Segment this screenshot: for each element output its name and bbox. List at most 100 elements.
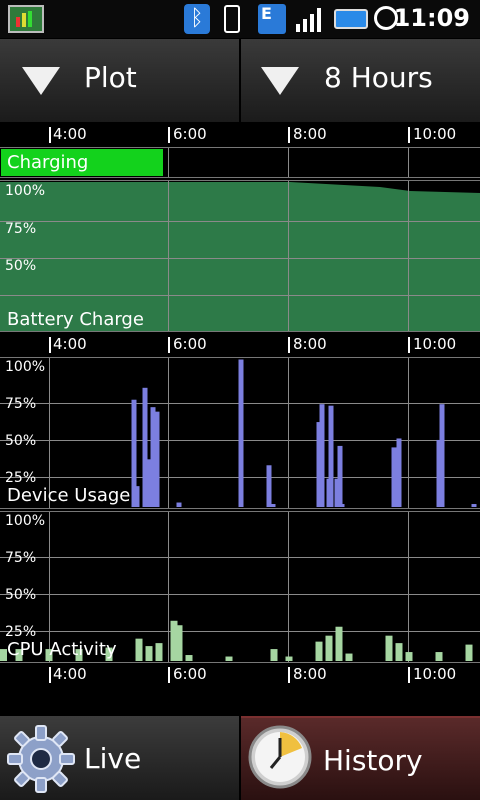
usage-bar — [134, 486, 140, 507]
cpu-activity-title: CPU Activity — [7, 639, 117, 660]
gridline — [168, 181, 169, 331]
gridline — [288, 148, 289, 177]
axis-tick — [168, 667, 170, 683]
gridline — [288, 181, 289, 331]
time-axis-middle: 4:00 6:00 8:00 10:00 — [0, 333, 480, 357]
gear-icon — [7, 725, 75, 793]
clock-icon — [248, 725, 312, 789]
device-usage-panel: 100% 75% 50% 25% Device Usage — [0, 357, 480, 509]
time-axis-top: 4:00 6:00 8:00 10:00 — [0, 123, 480, 147]
gridline — [408, 148, 409, 177]
cpu-bar — [270, 649, 278, 661]
axis-tick — [408, 667, 410, 683]
cpu-bar — [145, 646, 153, 661]
axis-label: 8:00 — [293, 665, 327, 683]
usage-bar — [319, 404, 325, 507]
axis-tick — [49, 667, 51, 683]
status-time: 11:09 — [393, 4, 470, 32]
usage-bar — [328, 405, 334, 507]
cpu-bar — [405, 652, 413, 661]
cpu-bar — [0, 649, 7, 661]
live-label: Live — [84, 742, 142, 775]
axis-tick — [288, 337, 290, 353]
cpu-bar — [155, 643, 163, 661]
cpu-bar — [335, 626, 343, 661]
y-tick-label: 100% — [5, 513, 46, 529]
axis-label: 10:00 — [413, 665, 457, 683]
axis-tick — [168, 337, 170, 353]
axis-tick — [49, 337, 51, 353]
y-tick-label: 100% — [5, 183, 46, 199]
cpu-bar — [285, 656, 293, 661]
axis-label: 4:00 — [53, 665, 87, 683]
toolbar: Plot 8 Hours — [0, 39, 480, 122]
axis-tick — [288, 127, 290, 143]
axis-label: 6:00 — [173, 125, 207, 143]
time-range-label: 8 Hours — [324, 61, 433, 94]
y-tick-label: 25% — [5, 470, 37, 486]
usage-bar — [339, 504, 345, 507]
cpu-bar — [345, 653, 353, 661]
cpu-activity-panel: 100% 75% 50% 25% CPU Activity — [0, 511, 480, 663]
y-tick-label: 75% — [5, 396, 37, 412]
cpu-bar — [465, 644, 473, 661]
battery-app-icon — [8, 5, 44, 33]
gridline — [168, 148, 169, 177]
cpu-bar — [185, 655, 193, 661]
usage-bar — [266, 465, 272, 507]
cpu-bar — [135, 638, 143, 661]
y-tick-label: 100% — [5, 359, 46, 375]
cpu-bar — [435, 652, 443, 661]
y-tick-label: 50% — [5, 433, 37, 449]
charging-panel: Charging — [0, 147, 480, 178]
axis-label: 10:00 — [413, 335, 457, 353]
dropdown-arrow-icon — [22, 67, 60, 95]
plot-dropdown-button[interactable]: Plot — [0, 39, 239, 122]
dropdown-arrow-icon — [261, 67, 299, 95]
time-range-dropdown-button[interactable]: 8 Hours — [241, 39, 480, 122]
charging-title: Charging — [7, 152, 89, 173]
device-usage-title: Device Usage — [7, 485, 131, 506]
history-button[interactable]: History — [241, 716, 480, 800]
axis-label: 6:00 — [173, 335, 207, 353]
axis-tick — [408, 337, 410, 353]
axis-label: 8:00 — [293, 335, 327, 353]
y-tick-label: 75% — [5, 550, 37, 566]
bottom-nav: Live History — [0, 716, 480, 800]
time-axis-bottom: 4:00 6:00 8:00 10:00 — [0, 663, 480, 687]
usage-bar — [154, 411, 160, 507]
cpu-bar — [315, 641, 323, 661]
cpu-bar — [325, 635, 333, 661]
axis-label: 4:00 — [53, 125, 87, 143]
y-tick-label: 50% — [5, 258, 37, 274]
axis-label: 10:00 — [413, 125, 457, 143]
axis-tick — [168, 127, 170, 143]
axis-label: 6:00 — [173, 665, 207, 683]
usage-bar — [176, 502, 182, 507]
status-bar: ᛒ E 11:09 — [0, 0, 480, 38]
y-tick-label: 25% — [5, 624, 37, 640]
usage-bar — [471, 504, 477, 507]
axis-label: 4:00 — [53, 335, 87, 353]
signal-icon — [296, 8, 321, 32]
usage-bar — [391, 447, 397, 507]
gridline — [0, 258, 480, 259]
axis-tick — [288, 667, 290, 683]
gridline — [0, 221, 480, 222]
plot-label: Plot — [84, 61, 137, 94]
usage-bar — [270, 504, 276, 507]
gridline — [408, 181, 409, 331]
y-tick-label: 75% — [5, 221, 37, 237]
axis-tick — [408, 127, 410, 143]
vibrate-icon — [224, 5, 240, 33]
bluetooth-icon: ᛒ — [184, 4, 210, 34]
y-tick-label: 50% — [5, 587, 37, 603]
cpu-bar — [225, 656, 233, 661]
live-button[interactable]: Live — [0, 716, 239, 800]
cpu-bar — [395, 643, 403, 661]
battery-charge-panel: 100% 75% 50% Battery Charge — [0, 180, 480, 332]
edge-data-icon: E — [258, 4, 286, 34]
battery-icon — [334, 9, 368, 29]
history-label: History — [323, 744, 423, 777]
axis-label: 8:00 — [293, 125, 327, 143]
